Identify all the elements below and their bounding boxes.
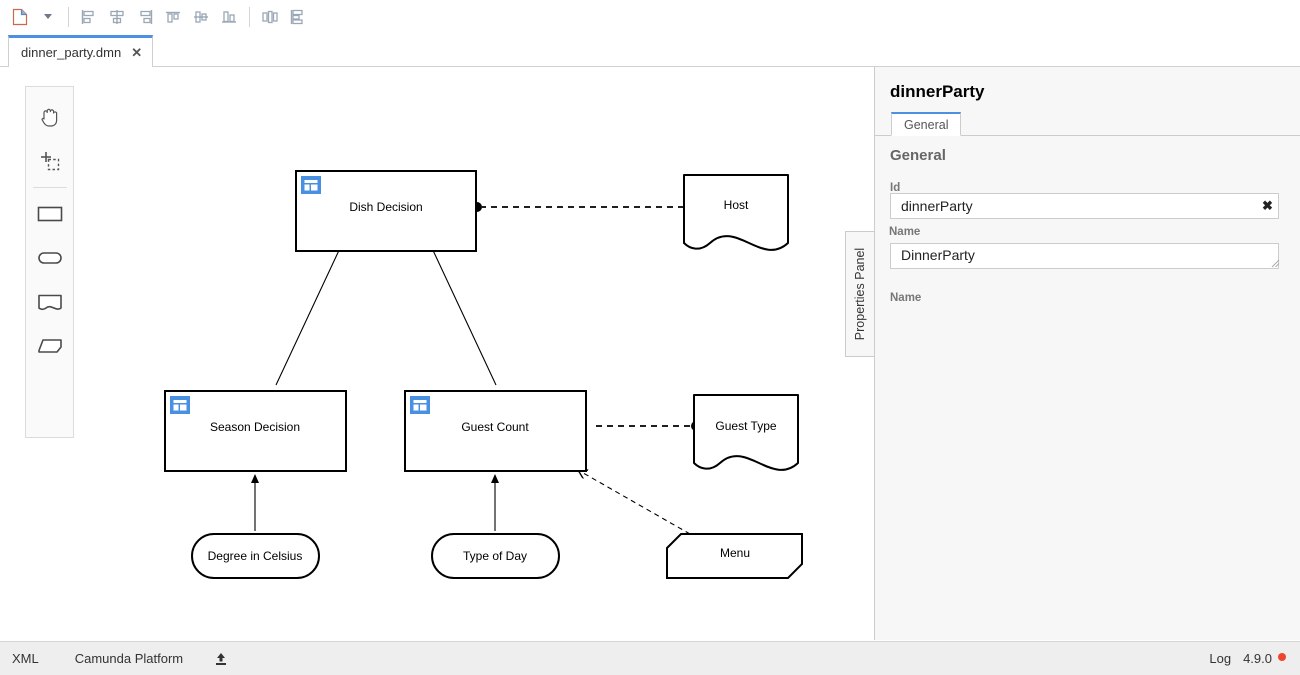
align-top-button[interactable] [159,4,187,30]
align-center-icon [108,8,126,26]
create-knowledge-source-button[interactable] [30,282,70,322]
version-button[interactable]: 4.9.0 [1237,651,1278,666]
node-label: Host [724,198,749,212]
distribute-vertical-button[interactable] [284,4,312,30]
create-input-data-button[interactable] [30,238,70,278]
log-button[interactable]: Log [1203,651,1237,666]
toolbar-divider-1 [68,7,69,27]
diagram-canvas[interactable]: Dish Decision Host Season Decision [0,67,874,640]
tool-palette [25,86,74,438]
properties-panel-toggle[interactable]: Properties Panel [845,231,875,357]
align-left-button[interactable] [75,4,103,30]
align-middle-button[interactable] [187,4,215,30]
lasso-tool-button[interactable] [30,141,70,181]
edge-host-to-dish[interactable] [472,202,684,212]
decision-table-badge-icon [301,176,321,194]
xml-button[interactable]: XML [6,651,45,666]
upload-icon [213,651,229,667]
palette-divider [33,187,67,188]
tab-general-label: General [904,118,948,132]
close-icon[interactable]: ✕ [131,46,142,59]
node-host[interactable]: Host [684,175,788,250]
align-bottom-icon [220,8,238,26]
node-label: Guest Type [715,419,776,433]
align-right-button[interactable] [131,4,159,30]
align-middle-icon [192,8,210,26]
edge-guesttype-to-guestcount[interactable] [591,421,701,431]
tab-dinner-party-dmn[interactable]: dinner_party.dmn ✕ [8,35,153,67]
align-top-icon [164,8,182,26]
align-left-icon [80,8,98,26]
dmn-modeler-window: dinner_party.dmn ✕ [0,0,1300,675]
align-bottom-button[interactable] [215,4,243,30]
status-bar: XML Camunda Platform Log 4.9.0 [0,641,1300,675]
node-label: Degree in Celsius [208,549,303,563]
distribute-horizontal-button[interactable] [256,4,284,30]
create-business-knowledge-model-button[interactable] [30,326,70,366]
align-center-button[interactable] [103,4,131,30]
node-degree-in-celsius[interactable]: Degree in Celsius [192,534,319,578]
caret-down-icon [44,14,52,19]
general-group-title: General [890,147,946,164]
name-label-positioned: Name [889,226,920,238]
tab-general[interactable]: General [891,112,961,136]
dmn-diagram: Dish Decision Host Season Decision [0,67,874,640]
distribute-vertical-icon [289,8,307,26]
lasso-icon [37,148,63,174]
node-label: Guest Count [461,420,529,434]
node-label: Dish Decision [349,200,422,214]
update-badge-dot [1278,653,1286,661]
decision-table-badge-icon [170,396,190,414]
decision-icon [35,202,65,226]
node-label: Season Decision [210,420,300,434]
create-decision-button[interactable] [30,194,70,234]
input-data-icon [35,246,65,270]
distribute-horizontal-icon [261,8,279,26]
hand-tool-button[interactable] [30,97,70,137]
node-type-of-day[interactable]: Type of Day [432,534,559,578]
node-guest-count[interactable]: Guest Count [405,391,586,471]
version-label: 4.9.0 [1243,651,1272,666]
clear-id-icon[interactable]: ✖ [1262,198,1273,214]
tab-bar: dinner_party.dmn ✕ [0,33,1300,67]
knowledge-source-icon [35,290,65,314]
properties-title: dinnerParty [890,82,984,102]
properties-tab-bar: General [875,112,1300,136]
tab-label: dinner_party.dmn [21,45,121,60]
properties-panel: dinnerParty General General Id ✖ Name [874,67,1300,640]
align-right-icon [136,8,154,26]
name-field-label: Name [890,292,921,304]
node-label: Type of Day [463,549,527,563]
new-file-dropdown[interactable] [34,4,62,30]
file-icon [12,8,28,26]
node-menu[interactable]: Menu [667,534,802,578]
new-file-button[interactable] [6,4,34,30]
edge-menu-to-guestcount[interactable] [578,470,690,534]
node-dish-decision[interactable]: Dish Decision [296,171,476,251]
business-knowledge-model-icon [35,334,65,358]
hand-icon [37,104,63,130]
properties-panel-toggle-label: Properties Panel [854,248,868,340]
toolbar-divider-2 [249,7,250,27]
top-toolbar [0,0,1300,33]
decision-table-badge-icon [410,396,430,414]
id-input[interactable] [890,193,1279,219]
node-label: Menu [720,546,750,560]
camunda-platform-button[interactable]: Camunda Platform [69,651,189,666]
node-season-decision[interactable]: Season Decision [165,391,346,471]
deploy-button[interactable] [207,651,235,667]
node-guest-type[interactable]: Guest Type [694,395,798,470]
name-input[interactable] [890,243,1279,269]
